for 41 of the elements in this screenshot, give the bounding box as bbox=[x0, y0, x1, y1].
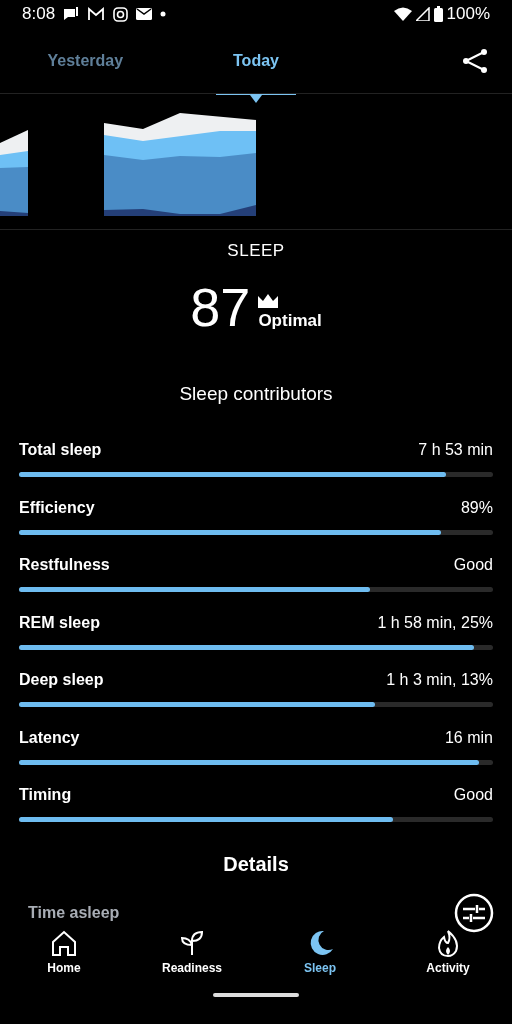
battery-icon bbox=[433, 6, 443, 22]
date-tab[interactable]: Yesterday bbox=[0, 28, 171, 94]
selection-pointer-icon bbox=[250, 95, 262, 103]
contributor-name: Restfulness bbox=[19, 555, 110, 575]
score-title: SLEEP bbox=[227, 240, 285, 262]
house-icon bbox=[50, 928, 78, 959]
mail-icon bbox=[87, 7, 106, 21]
contributor-value: 7 h 53 min bbox=[418, 440, 493, 460]
nav-tab[interactable]: Home bbox=[24, 928, 104, 977]
camera-icon bbox=[113, 6, 129, 22]
contributor-name: Latency bbox=[19, 727, 80, 748]
contributor-value: 1 h 3 min, 13% bbox=[386, 670, 493, 690]
contributor-name: Deep sleep bbox=[19, 670, 104, 690]
filter-icon[interactable] bbox=[454, 892, 494, 933]
wifi-icon bbox=[393, 7, 412, 21]
contributor-name: Efficiency bbox=[19, 497, 95, 518]
contributor-name: REM sleep bbox=[19, 612, 100, 633]
signal-icon bbox=[415, 7, 430, 21]
share-icon[interactable] bbox=[461, 48, 488, 74]
nav-tab[interactable]: Activity bbox=[408, 928, 488, 977]
contributor-value: Good bbox=[453, 785, 493, 805]
nav-tab[interactable]: Readiness bbox=[152, 928, 232, 977]
contributor-name: Timing bbox=[19, 785, 72, 805]
status-time: 8:08 bbox=[22, 3, 56, 26]
envelope-icon bbox=[136, 8, 153, 20]
sleep-score: 87 bbox=[190, 279, 251, 334]
nav-tab[interactable]: Sleep bbox=[280, 928, 360, 977]
detail-label: Time asleep bbox=[28, 902, 120, 923]
dot-icon bbox=[160, 11, 167, 17]
crown-icon bbox=[258, 294, 279, 308]
contributor-value: 16 min bbox=[444, 727, 493, 748]
contributor-value: 1 h 58 min, 25% bbox=[377, 612, 493, 633]
message-icon bbox=[63, 6, 80, 22]
score-rating: Optimal bbox=[258, 310, 322, 332]
contributor-value: 89% bbox=[460, 497, 493, 518]
contributor-name: Total sleep bbox=[19, 440, 102, 460]
contributor-value: Good bbox=[453, 555, 493, 575]
section-title: Details bbox=[223, 851, 289, 877]
battery-level: 100% bbox=[446, 3, 490, 26]
section-title: Sleep contributors bbox=[179, 381, 333, 406]
date-tab[interactable]: Today bbox=[170, 28, 342, 94]
